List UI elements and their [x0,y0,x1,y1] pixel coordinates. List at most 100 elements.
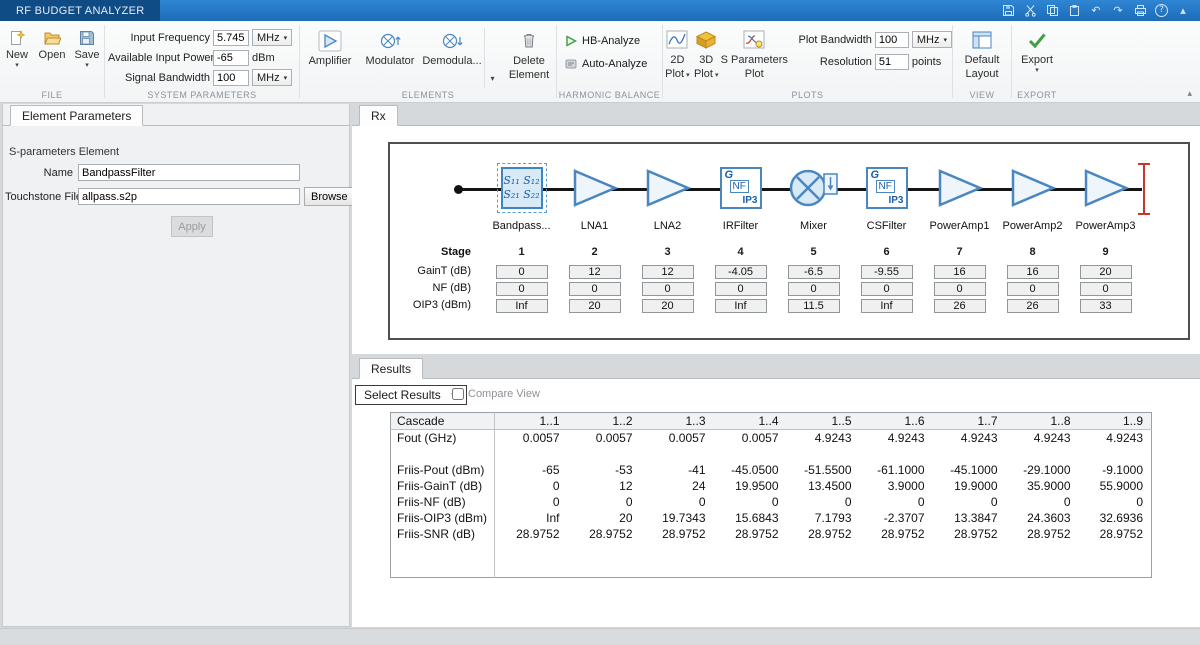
param-value-field[interactable]: 20 [569,299,621,313]
collapse-window-icon[interactable]: ▴ [1176,4,1190,18]
results-value-cell [933,446,1006,462]
delete-element-button[interactable]: Delete Element [505,28,553,81]
param-value-field[interactable]: 26 [1007,299,1059,313]
app-title-tab[interactable]: RF BUDGET ANALYZER [0,0,160,21]
results-value-cell: 4.9243 [1079,430,1152,446]
amplifier-block-icon[interactable] [937,168,983,208]
amplifier-block-icon[interactable] [645,168,691,208]
amplifier-button[interactable]: Amplifier [300,28,360,68]
print-icon[interactable] [1133,4,1147,18]
chain-element-poweramp1[interactable]: PowerAmp1 [923,144,996,244]
results-value-cell: 0 [495,478,568,494]
sparams-block-icon[interactable]: S₁₁ S₁₂S₂₁ S₂₂ [501,167,543,209]
input-frequency-field[interactable] [213,30,249,46]
filter-block-icon[interactable]: GNFIP3 [866,167,908,209]
amplifier-block-icon[interactable] [1083,168,1129,208]
s-parameters-plot-button[interactable]: S Parameters Plot [721,27,788,80]
new-button[interactable]: New ▾ [1,28,33,70]
param-value-field[interactable]: 0 [1080,282,1132,296]
tab-element-parameters[interactable]: Element Parameters [10,105,143,126]
results-row-label: Friis-SNR (dB) [391,526,495,542]
auto-analyze-button[interactable]: Auto-Analyze [565,58,662,70]
collapse-ribbon-icon[interactable]: ▴ [1187,88,1192,99]
mixer-block-icon[interactable] [787,165,841,211]
param-value-field[interactable]: -9.55 [861,265,913,279]
available-input-power-field[interactable] [213,50,249,66]
signal-bandwidth-unit-dropdown[interactable]: MHz▾ [252,69,292,86]
param-value-field[interactable]: -6.5 [788,265,840,279]
browse-button[interactable]: Browse [304,187,355,206]
amplifier-block-icon[interactable] [572,168,618,208]
export-button[interactable]: Export ▾ [1014,27,1060,75]
chain-element-poweramp3[interactable]: PowerAmp3 [1069,144,1142,244]
amplifier-block-icon[interactable] [1010,168,1056,208]
cut-icon[interactable] [1023,4,1037,18]
param-value-field[interactable]: 20 [1080,265,1132,279]
param-value-field[interactable]: 16 [934,265,986,279]
param-value-field[interactable]: Inf [861,299,913,313]
help-icon[interactable]: ? [1155,4,1168,17]
param-value-field[interactable]: Inf [715,299,767,313]
elements-gallery-dropdown[interactable]: ▾ [484,28,500,88]
param-value-field[interactable]: 12 [642,265,694,279]
param-value-field[interactable]: 0 [861,282,913,296]
undo-icon[interactable]: ↶ [1089,4,1103,18]
chain-element-lna2[interactable]: LNA2 [631,144,704,244]
compare-view-checkbox[interactable] [452,388,464,400]
chain-element-poweramp2[interactable]: PowerAmp2 [996,144,1069,244]
plot-3d-button[interactable]: 3D Plot▾ [692,27,721,80]
default-layout-button[interactable]: Default Layout [956,27,1008,80]
name-field[interactable] [78,164,300,181]
plot-2d-button[interactable]: 2D Plot▾ [663,27,692,80]
param-value-field[interactable]: Inf [496,299,548,313]
param-value-field[interactable]: 0 [788,282,840,296]
param-value-field[interactable]: 0 [642,282,694,296]
filter-block-icon[interactable]: GNFIP3 [720,167,762,209]
section-label-file: FILE [0,90,104,100]
open-button[interactable]: Open [36,28,68,70]
trash-icon [519,28,539,54]
param-value-field[interactable]: 0 [715,282,767,296]
redo-icon[interactable]: ↷ [1111,4,1125,18]
select-results-dropdown[interactable]: Select Results ▼ [355,385,467,405]
param-value-field[interactable]: 16 [1007,265,1059,279]
param-value-field[interactable]: 20 [642,299,694,313]
param-value-field[interactable]: 0 [934,282,986,296]
copy-icon[interactable] [1045,4,1059,18]
chain-element-irfilter[interactable]: GNFIP3IRFilter [704,144,777,244]
param-value-field[interactable]: 26 [934,299,986,313]
chain-element-bandpass[interactable]: S₁₁ S₁₂S₂₁ S₂₂Bandpass... [485,144,558,244]
param-value-field[interactable]: -4.05 [715,265,767,279]
tab-results[interactable]: Results [359,358,423,379]
save-button[interactable]: Save ▾ [71,28,103,70]
modulator-button[interactable]: Modulator [360,28,420,68]
chain-element-lna1[interactable]: LNA1 [558,144,631,244]
param-value-field[interactable]: 0 [496,265,548,279]
demodulator-button[interactable]: Demodula... [420,28,484,68]
hb-analyze-button[interactable]: HB-Analyze [565,35,662,47]
apply-button[interactable]: Apply [171,216,213,237]
param-value-field[interactable]: 0 [496,282,548,296]
plot-2d-label-line2: Plot [665,68,684,80]
chain-element-csfilter[interactable]: GNFIP3CSFilter [850,144,923,244]
element-parameters-panel: Element Parameters S-parameters Element … [2,104,350,627]
paste-icon[interactable] [1067,4,1081,18]
diagram-cell: 0 [485,282,558,296]
tab-rx[interactable]: Rx [359,105,398,126]
save-icon[interactable] [1001,4,1015,18]
plot-bandwidth-field[interactable] [875,32,909,48]
resolution-field[interactable] [875,54,909,70]
param-value-field[interactable]: 0 [1007,282,1059,296]
input-frequency-unit-dropdown[interactable]: MHz▾ [252,29,292,46]
param-value-field[interactable]: 0 [569,282,621,296]
touchstone-file-field[interactable] [78,188,300,205]
caret-down-icon: ▾ [1035,67,1039,75]
plot-bandwidth-unit-dropdown[interactable]: MHz▾ [912,31,952,48]
param-value-field[interactable]: 33 [1080,299,1132,313]
signal-bandwidth-field[interactable] [213,70,249,86]
chain-element-mixer[interactable]: Mixer [777,144,850,244]
section-system-parameters: Input Frequency MHz▾ Available Input Pow… [105,21,299,102]
param-value-field[interactable]: 12 [569,265,621,279]
param-value-field[interactable]: 11.5 [788,299,840,313]
compare-view-control[interactable]: Compare View [452,388,540,400]
